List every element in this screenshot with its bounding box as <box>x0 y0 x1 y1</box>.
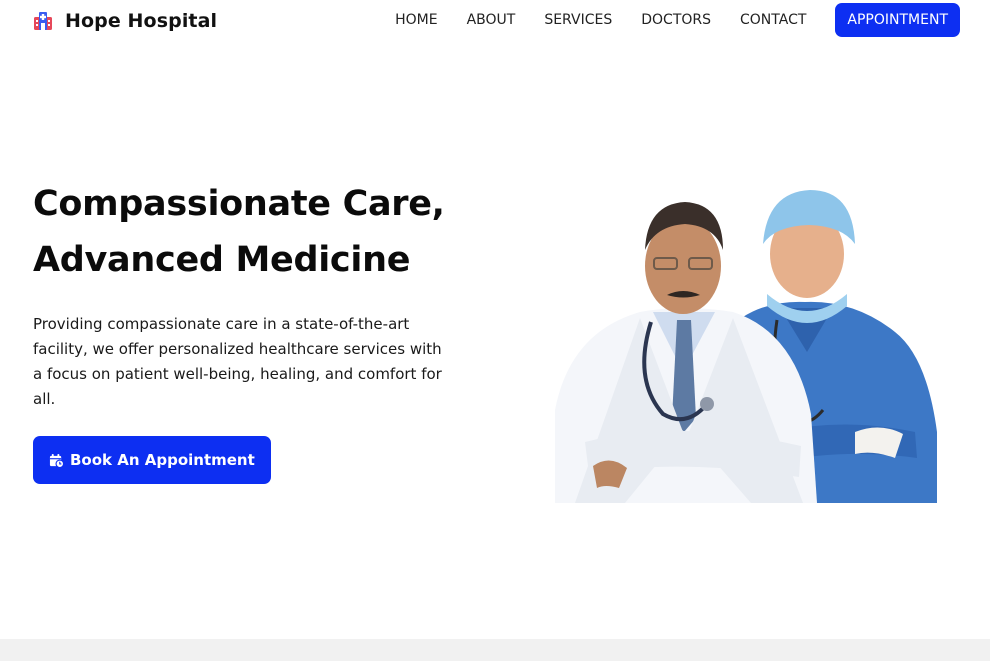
site-header: Hope Hospital HOME ABOUT SERVICES DOCTOR… <box>0 0 990 40</box>
nav-about[interactable]: ABOUT <box>467 12 516 28</box>
hero-section: Compassionate Care, Advanced Medicine Pr… <box>33 176 493 484</box>
nav-contact[interactable]: CONTACT <box>740 12 806 28</box>
hero-title: Compassionate Care, Advanced Medicine <box>33 176 493 288</box>
brand[interactable]: Hope Hospital <box>33 10 217 32</box>
hero-description: Providing compassionate care in a state-… <box>33 315 442 408</box>
appointment-nav-button[interactable]: APPOINTMENT <box>835 3 960 37</box>
doctors-illustration <box>555 182 938 503</box>
book-appointment-label: Book An Appointment <box>70 451 255 469</box>
next-section-strip <box>0 639 990 661</box>
brand-name: Hope Hospital <box>65 10 218 32</box>
nav-home[interactable]: HOME <box>395 12 437 28</box>
nav-services[interactable]: SERVICES <box>544 12 612 28</box>
doctor-stethoscope-chest <box>700 397 714 411</box>
nav-doctors[interactable]: DOCTORS <box>641 12 711 28</box>
calendar-clock-icon <box>49 453 64 468</box>
book-appointment-button[interactable]: Book An Appointment <box>33 436 271 484</box>
hero-title-line-2: Advanced Medicine <box>33 240 411 280</box>
doctors-photo <box>555 182 938 503</box>
hospital-building-icon <box>34 12 52 30</box>
main-nav: HOME ABOUT SERVICES DOCTORS CONTACT APPO… <box>395 3 960 37</box>
hero-title-line-1: Compassionate Care, <box>33 184 445 224</box>
